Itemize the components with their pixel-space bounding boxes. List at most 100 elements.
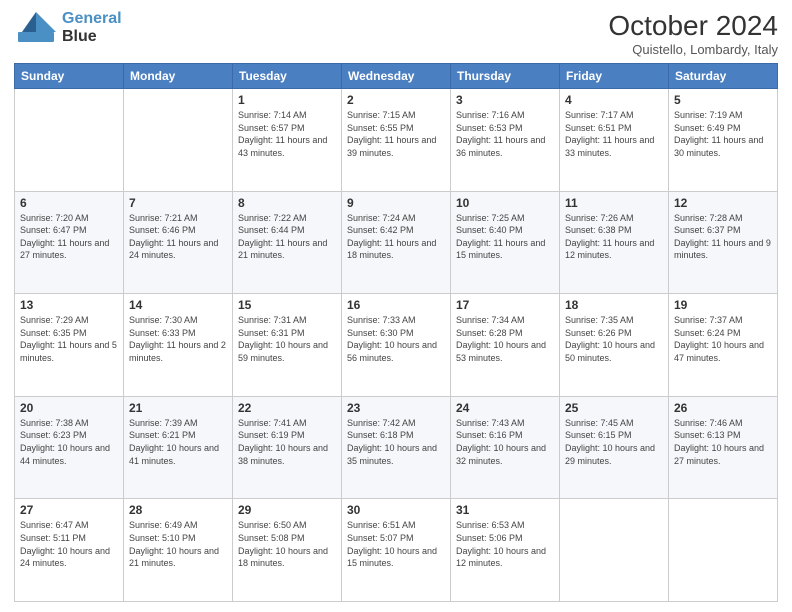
day-number: 28 [129, 503, 227, 517]
day-info: Sunrise: 6:50 AMSunset: 5:08 PMDaylight:… [238, 519, 336, 569]
calendar-cell: 8Sunrise: 7:22 AMSunset: 6:44 PMDaylight… [233, 191, 342, 294]
day-number: 10 [456, 196, 554, 210]
calendar-week-row: 13 Sunrise: 7:29 AMSunset: 6:35 PMDayligh… [15, 294, 778, 397]
day-info: Sunrise: 7:24 AMSunset: 6:42 PMDaylight:… [347, 212, 445, 262]
calendar-cell: 14 Sunrise: 7:30 AMSunset: 6:33 PMDayligh… [124, 294, 233, 397]
day-info: Sunrise: 7:35 AMSunset: 6:26 PMDaylight:… [565, 314, 663, 364]
day-info: Sunrise: 7:30 AMSunset: 6:33 PMDaylight:… [129, 314, 227, 364]
day-number: 31 [456, 503, 554, 517]
day-number: 14 [129, 298, 227, 312]
day-number: 20 [20, 401, 118, 415]
day-info: Sunrise: 6:53 AMSunset: 5:06 PMDaylight:… [456, 519, 554, 569]
day-number: 3 [456, 93, 554, 107]
calendar-week-row: 6Sunrise: 7:20 AMSunset: 6:47 PMDaylight… [15, 191, 778, 294]
day-number: 4 [565, 93, 663, 107]
weekday-header: Friday [560, 64, 669, 89]
calendar-body: 1 Sunrise: 7:14 AMSunset: 6:57 PMDaylight… [15, 89, 778, 602]
page: General Blue October 2024 Quistello, Lom… [0, 0, 792, 612]
day-number: 18 [565, 298, 663, 312]
weekday-header: Sunday [15, 64, 124, 89]
calendar-week-row: 27Sunrise: 6:47 AMSunset: 5:11 PMDayligh… [15, 499, 778, 602]
calendar-cell: 15Sunrise: 7:31 AMSunset: 6:31 PMDayligh… [233, 294, 342, 397]
day-info: Sunrise: 7:15 AMSunset: 6:55 PMDaylight:… [347, 109, 445, 159]
day-info: Sunrise: 7:42 AMSunset: 6:18 PMDaylight:… [347, 417, 445, 467]
calendar-cell: 2 Sunrise: 7:15 AMSunset: 6:55 PMDaylight… [342, 89, 451, 192]
calendar-cell: 6Sunrise: 7:20 AMSunset: 6:47 PMDaylight… [15, 191, 124, 294]
day-number: 19 [674, 298, 772, 312]
day-number: 29 [238, 503, 336, 517]
month-title: October 2024 [608, 10, 778, 42]
calendar-cell: 4 Sunrise: 7:17 AMSunset: 6:51 PMDaylight… [560, 89, 669, 192]
calendar-cell: 11 Sunrise: 7:26 AMSunset: 6:38 PMDayligh… [560, 191, 669, 294]
day-info: Sunrise: 7:28 AMSunset: 6:37 PMDaylight:… [674, 212, 772, 262]
logo: General Blue [14, 10, 122, 46]
calendar-cell: 12 Sunrise: 7:28 AMSunset: 6:37 PMDayligh… [669, 191, 778, 294]
calendar-cell: 10 Sunrise: 7:25 AMSunset: 6:40 PMDayligh… [451, 191, 560, 294]
day-info: Sunrise: 7:46 AMSunset: 6:13 PMDaylight:… [674, 417, 772, 467]
calendar-cell: 13 Sunrise: 7:29 AMSunset: 6:35 PMDayligh… [15, 294, 124, 397]
calendar-cell: 30Sunrise: 6:51 AMSunset: 5:07 PMDayligh… [342, 499, 451, 602]
calendar-cell: 3 Sunrise: 7:16 AMSunset: 6:53 PMDaylight… [451, 89, 560, 192]
day-info: Sunrise: 7:16 AMSunset: 6:53 PMDaylight:… [456, 109, 554, 159]
day-number: 5 [674, 93, 772, 107]
weekday-header: Tuesday [233, 64, 342, 89]
calendar-week-row: 20Sunrise: 7:38 AMSunset: 6:23 PMDayligh… [15, 396, 778, 499]
day-number: 1 [238, 93, 336, 107]
day-info: Sunrise: 6:47 AMSunset: 5:11 PMDaylight:… [20, 519, 118, 569]
logo-text: General Blue [62, 10, 122, 45]
day-info: Sunrise: 7:19 AMSunset: 6:49 PMDaylight:… [674, 109, 772, 159]
day-number: 13 [20, 298, 118, 312]
day-info: Sunrise: 7:41 AMSunset: 6:19 PMDaylight:… [238, 417, 336, 467]
day-number: 11 [565, 196, 663, 210]
day-info: Sunrise: 6:49 AMSunset: 5:10 PMDaylight:… [129, 519, 227, 569]
calendar-cell: 26 Sunrise: 7:46 AMSunset: 6:13 PMDayligh… [669, 396, 778, 499]
day-number: 21 [129, 401, 227, 415]
calendar-cell: 22 Sunrise: 7:41 AMSunset: 6:19 PMDayligh… [233, 396, 342, 499]
calendar-cell [15, 89, 124, 192]
day-number: 16 [347, 298, 445, 312]
day-number: 8 [238, 196, 336, 210]
day-number: 26 [674, 401, 772, 415]
calendar-cell: 9 Sunrise: 7:24 AMSunset: 6:42 PMDaylight… [342, 191, 451, 294]
weekday-header: Saturday [669, 64, 778, 89]
calendar-table: SundayMondayTuesdayWednesdayThursdayFrid… [14, 63, 778, 602]
day-number: 23 [347, 401, 445, 415]
calendar-cell [124, 89, 233, 192]
day-info: Sunrise: 7:25 AMSunset: 6:40 PMDaylight:… [456, 212, 554, 262]
day-number: 25 [565, 401, 663, 415]
day-number: 22 [238, 401, 336, 415]
day-info: Sunrise: 7:21 AMSunset: 6:46 PMDaylight:… [129, 212, 227, 262]
day-number: 17 [456, 298, 554, 312]
location: Quistello, Lombardy, Italy [608, 42, 778, 57]
day-info: Sunrise: 7:33 AMSunset: 6:30 PMDaylight:… [347, 314, 445, 364]
day-info: Sunrise: 6:51 AMSunset: 5:07 PMDaylight:… [347, 519, 445, 569]
day-number: 2 [347, 93, 445, 107]
calendar-cell: 16 Sunrise: 7:33 AMSunset: 6:30 PMDayligh… [342, 294, 451, 397]
day-number: 12 [674, 196, 772, 210]
calendar-cell: 31 Sunrise: 6:53 AMSunset: 5:06 PMDayligh… [451, 499, 560, 602]
weekday-header: Thursday [451, 64, 560, 89]
day-info: Sunrise: 7:17 AMSunset: 6:51 PMDaylight:… [565, 109, 663, 159]
calendar-cell: 21Sunrise: 7:39 AMSunset: 6:21 PMDayligh… [124, 396, 233, 499]
calendar-cell: 19 Sunrise: 7:37 AMSunset: 6:24 PMDayligh… [669, 294, 778, 397]
day-number: 9 [347, 196, 445, 210]
weekday-row: SundayMondayTuesdayWednesdayThursdayFrid… [15, 64, 778, 89]
calendar-cell: 1 Sunrise: 7:14 AMSunset: 6:57 PMDaylight… [233, 89, 342, 192]
day-info: Sunrise: 7:37 AMSunset: 6:24 PMDaylight:… [674, 314, 772, 364]
calendar-cell: 29 Sunrise: 6:50 AMSunset: 5:08 PMDayligh… [233, 499, 342, 602]
day-info: Sunrise: 7:45 AMSunset: 6:15 PMDaylight:… [565, 417, 663, 467]
day-info: Sunrise: 7:14 AMSunset: 6:57 PMDaylight:… [238, 109, 336, 159]
day-number: 7 [129, 196, 227, 210]
weekday-header: Wednesday [342, 64, 451, 89]
day-number: 6 [20, 196, 118, 210]
calendar-cell: 28 Sunrise: 6:49 AMSunset: 5:10 PMDayligh… [124, 499, 233, 602]
calendar-cell [560, 499, 669, 602]
calendar-cell: 23 Sunrise: 7:42 AMSunset: 6:18 PMDayligh… [342, 396, 451, 499]
calendar-cell: 18 Sunrise: 7:35 AMSunset: 6:26 PMDayligh… [560, 294, 669, 397]
day-number: 24 [456, 401, 554, 415]
header: General Blue October 2024 Quistello, Lom… [14, 10, 778, 57]
calendar-cell [669, 499, 778, 602]
calendar-cell: 20Sunrise: 7:38 AMSunset: 6:23 PMDayligh… [15, 396, 124, 499]
day-info: Sunrise: 7:29 AMSunset: 6:35 PMDaylight:… [20, 314, 118, 364]
day-info: Sunrise: 7:26 AMSunset: 6:38 PMDaylight:… [565, 212, 663, 262]
